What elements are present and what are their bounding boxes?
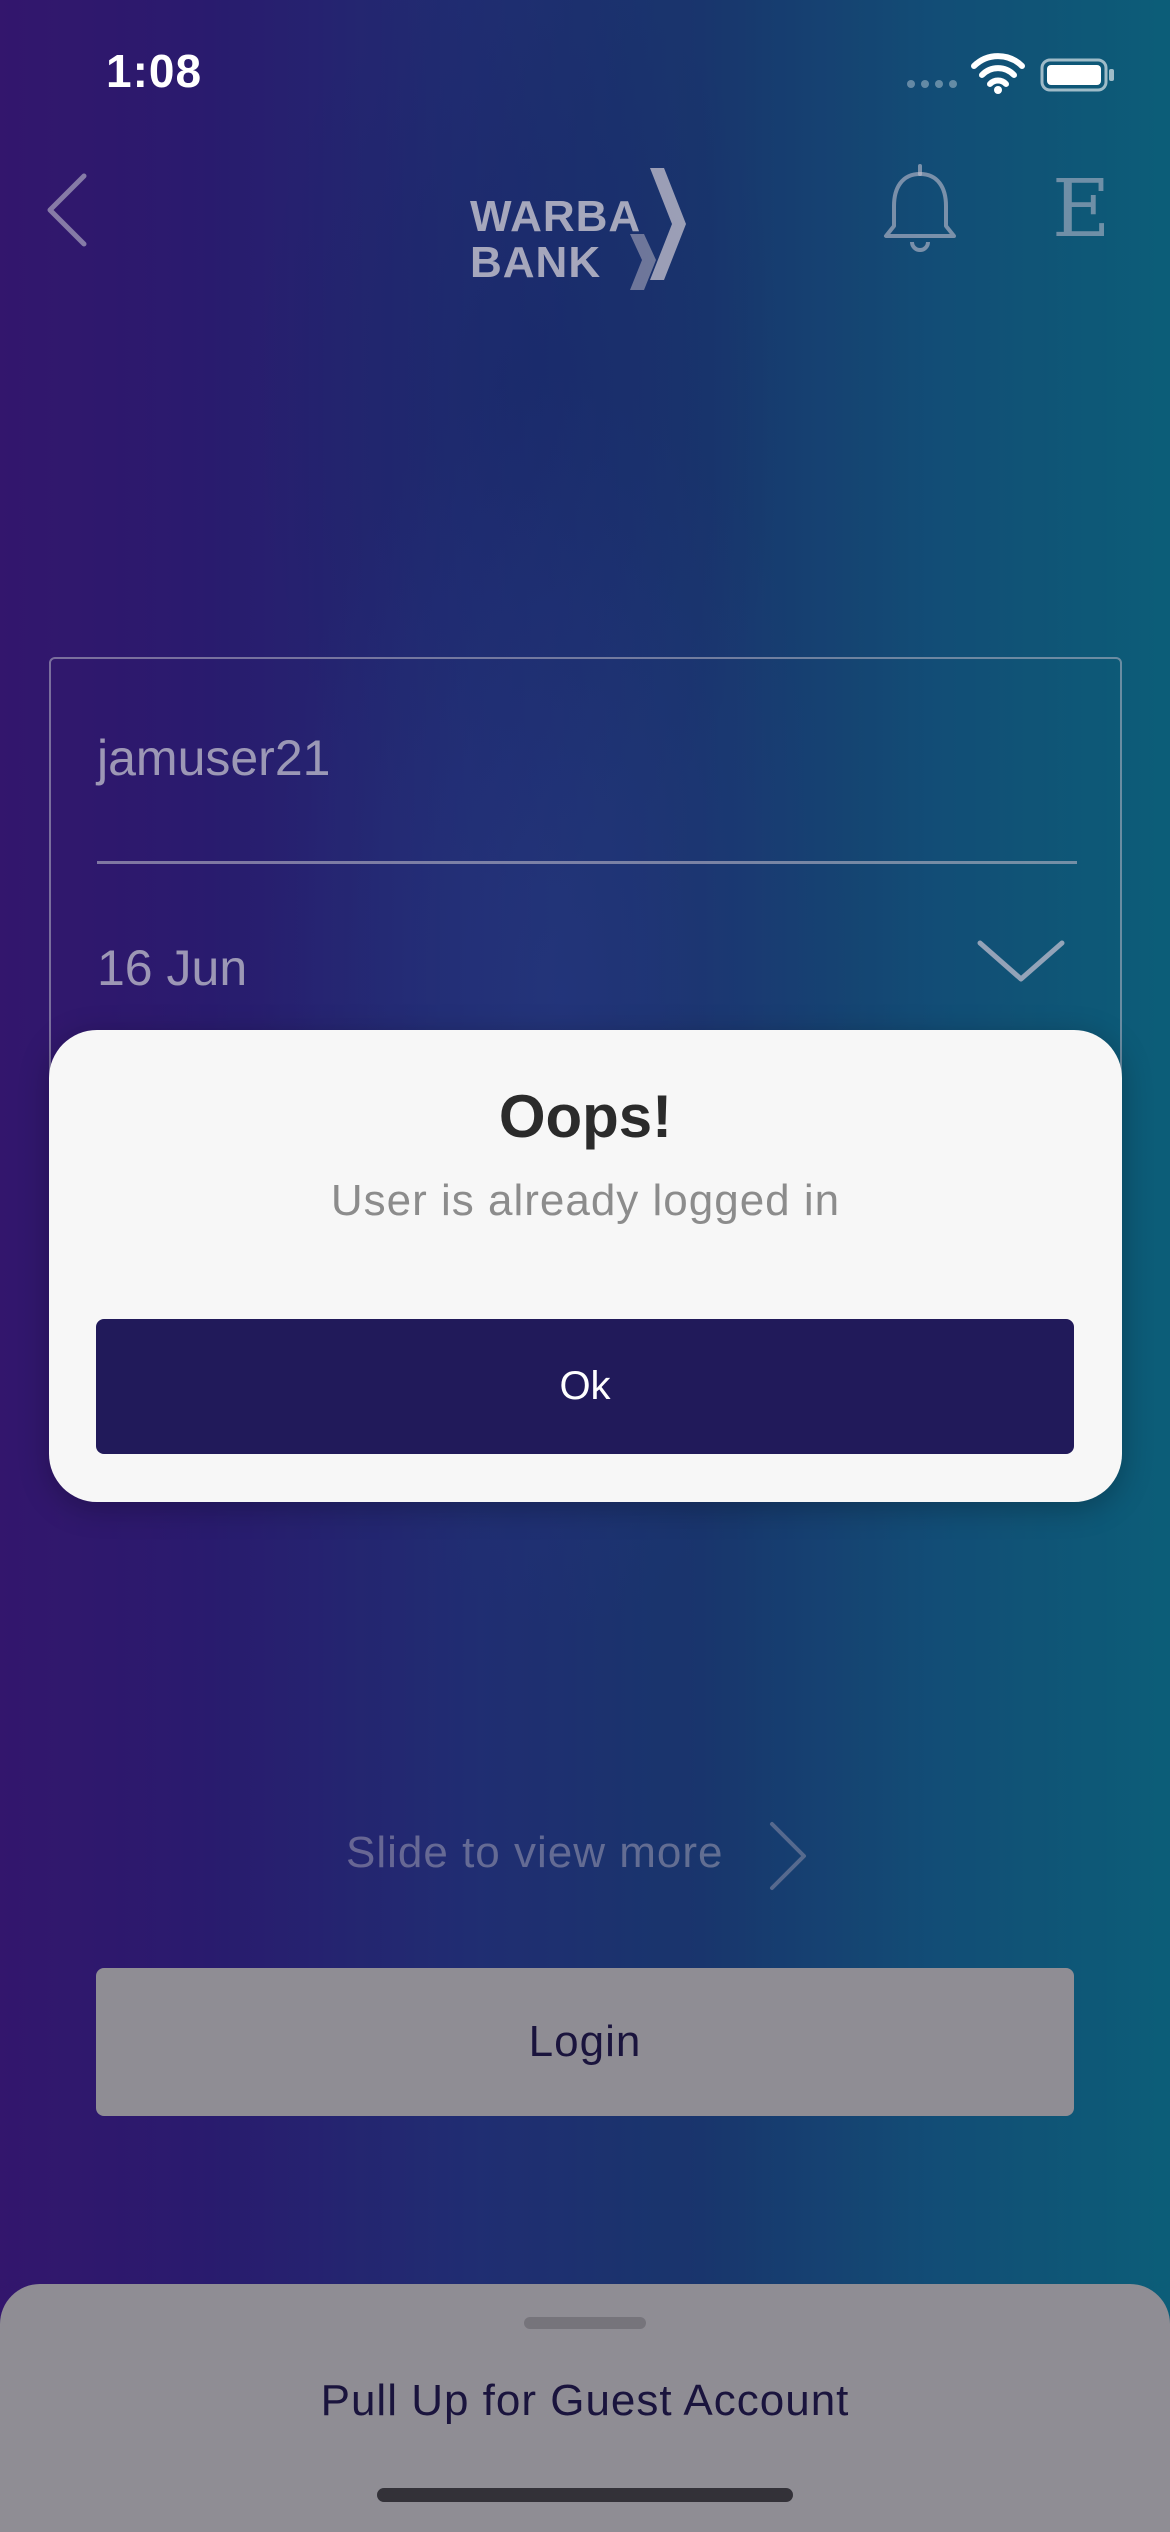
status-time: 1:08 — [106, 45, 203, 97]
alert-message: User is already logged in — [330, 1176, 841, 1225]
ok-button[interactable]: Ok — [96, 1319, 1074, 1454]
status-bar: 1:08 — [0, 0, 1170, 140]
alert-title: Oops! — [498, 1083, 673, 1150]
wifi-icon — [971, 53, 1025, 94]
battery-icon — [1040, 58, 1114, 92]
error-alert-dialog: Oops! User is already logged in Ok — [49, 1030, 1122, 1502]
cellular-signal-icon — [907, 80, 957, 88]
